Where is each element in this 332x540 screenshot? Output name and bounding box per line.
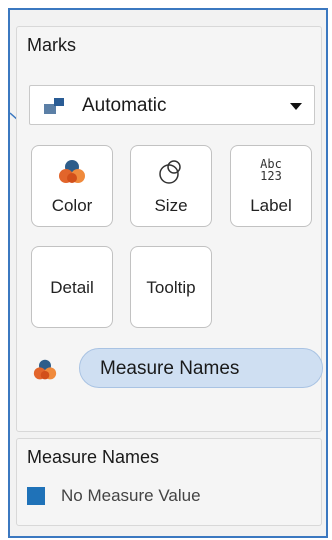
color-circles-icon (59, 160, 85, 183)
color-legend-card: Measure Names No Measure Value (16, 438, 322, 526)
measure-names-pill[interactable]: Measure Names (79, 348, 323, 388)
marks-card: Marks Automatic Color Size Abc 123 Label… (16, 26, 323, 432)
automatic-mark-icon (44, 98, 70, 114)
tooltip-button[interactable]: Tooltip (130, 246, 212, 328)
legend-title: Measure Names (27, 447, 160, 467)
tooltip-button-label: Tooltip (146, 278, 196, 297)
detail-button[interactable]: Detail (31, 246, 113, 328)
size-circles-icon (159, 160, 181, 184)
mark-type-label: Automatic (82, 95, 167, 116)
mark-type-dropdown[interactable]: Automatic (29, 85, 315, 125)
label-button[interactable]: Abc 123 Label (230, 145, 312, 227)
abc-123-icon: Abc 123 (260, 157, 282, 183)
marks-panel-frame: Marks Automatic Color Size Abc 123 Label… (8, 8, 328, 538)
size-button-label: Size (154, 196, 188, 215)
legend-swatch (27, 487, 45, 505)
color-field-row: Measure Names (27, 348, 323, 388)
legend-item-label: No Measure Value (61, 486, 201, 505)
color-circles-icon (33, 359, 57, 380)
detail-button-label: Detail (50, 278, 94, 297)
size-button[interactable]: Size (130, 145, 212, 227)
label-button-label: Label (250, 196, 292, 215)
color-button[interactable]: Color (31, 145, 113, 227)
color-button-label: Color (51, 196, 93, 215)
pill-label: Measure Names (100, 358, 240, 379)
marks-title: Marks (27, 35, 76, 55)
chevron-down-icon[interactable] (290, 103, 302, 110)
